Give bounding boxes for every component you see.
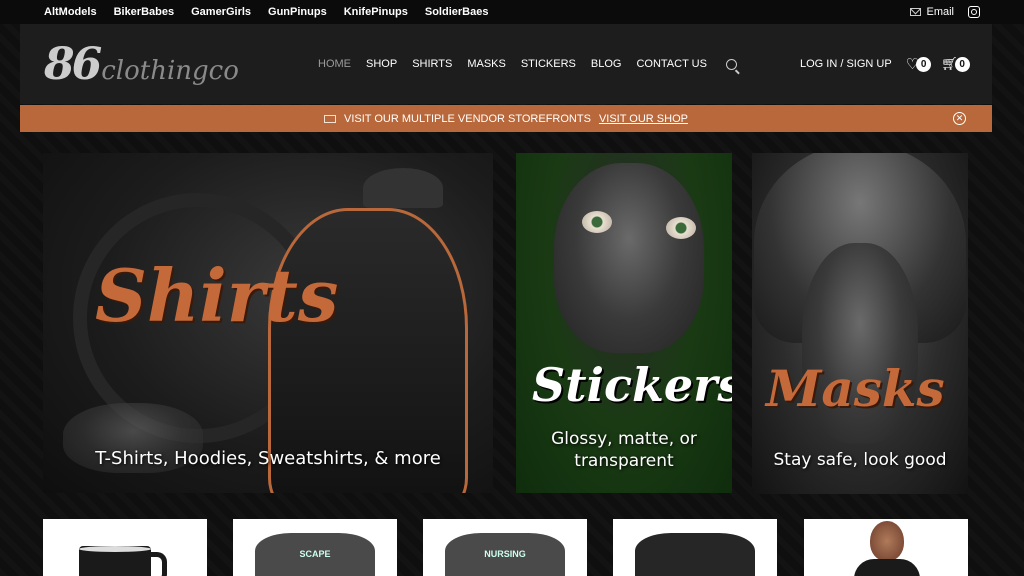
vendor-link-altmodels[interactable]: AltModels (44, 6, 97, 18)
instagram-icon[interactable] (968, 6, 980, 18)
ticket-icon (324, 114, 336, 123)
shirts-banner[interactable]: Shirts T-Shirts, Hoodies, Sweatshirts, &… (43, 153, 493, 493)
masks-banner[interactable]: Masks Stay safe, look good (752, 153, 968, 494)
nav-shop[interactable]: SHOP (366, 58, 397, 70)
promo-text: VISIT OUR MULTIPLE VENDOR STOREFRONTS (344, 112, 591, 125)
vendor-links: AltModels BikerBabes GamerGirls GunPinup… (44, 6, 488, 18)
stickers-subtitle-2: transparent (574, 451, 674, 471)
vendor-link-gamergirls[interactable]: GamerGirls (191, 6, 251, 18)
cart-button[interactable]: 🛒︎ 0 (941, 56, 970, 72)
email-label: Email (926, 6, 954, 18)
cart-count-badge: 0 (954, 56, 970, 72)
wishlist-count-badge: 0 (916, 56, 932, 72)
mug-image (79, 546, 167, 576)
topbar-right: Email (910, 6, 980, 18)
header-actions: LOG IN / SIGN UP ♡ 0 🛒︎ 0 (800, 56, 970, 72)
tee-image: NURSING (445, 533, 565, 576)
promo-shop-link[interactable]: VISIT OUR SHOP (599, 113, 688, 125)
mail-icon (910, 8, 922, 16)
vendor-link-bikerbabes[interactable]: BikerBabes (114, 6, 175, 18)
nav-blog[interactable]: BLOG (591, 58, 622, 70)
stickers-title: Stickers (532, 358, 732, 412)
nav-shirts[interactable]: SHIRTS (412, 58, 452, 70)
product-card-mug[interactable] (43, 519, 207, 576)
skull-graphic (554, 163, 704, 353)
hat-graphic (363, 168, 443, 208)
logo-text: clothingco (101, 55, 239, 86)
stickers-banner[interactable]: Stickers Glossy, matte, or transparent (516, 153, 732, 493)
tee-print: NURSING (484, 549, 526, 559)
shirts-title: Shirts (95, 253, 339, 338)
wishlist-button[interactable]: ♡ 0 (906, 56, 932, 72)
top-bar: AltModels BikerBabes GamerGirls GunPinup… (0, 0, 1024, 24)
email-link[interactable]: Email (910, 6, 954, 18)
product-card-tee[interactable]: SCAPE (233, 519, 397, 576)
login-signup-link[interactable]: LOG IN / SIGN UP (800, 58, 892, 70)
skull-eye-left (582, 211, 612, 233)
main-nav: HOME SHOP SHIRTS MASKS STICKERS BLOG CON… (318, 58, 737, 70)
product-card-tee[interactable]: NURSING (423, 519, 587, 576)
product-card-tee[interactable] (613, 519, 777, 576)
site-logo[interactable]: 86 clothingco (44, 39, 239, 90)
tee-image (635, 533, 755, 576)
search-icon[interactable] (725, 59, 737, 70)
tee-print: SCAPE (299, 549, 331, 559)
skull-eye-right (666, 217, 696, 239)
nav-home[interactable]: HOME (318, 58, 351, 70)
nav-stickers[interactable]: STICKERS (521, 58, 576, 70)
promo-bar: VISIT OUR MULTIPLE VENDOR STOREFRONTS VI… (20, 105, 992, 132)
vendor-link-soldierbaes[interactable]: SoldierBaes (425, 6, 489, 18)
tank-top-image (854, 559, 920, 576)
nav-contact-us[interactable]: CONTACT US (636, 58, 707, 70)
vendor-link-gunpinups[interactable]: GunPinups (268, 6, 327, 18)
tee-image: SCAPE (255, 533, 375, 576)
nav-masks[interactable]: MASKS (467, 58, 506, 70)
masks-title: Masks (766, 359, 945, 418)
model-head-image (870, 521, 904, 561)
masks-subtitle: Stay safe, look good (773, 450, 947, 470)
close-icon[interactable]: ✕ (953, 112, 966, 125)
shirts-subtitle: T-Shirts, Hoodies, Sweatshirts, & more (95, 448, 441, 469)
site-header: 86 clothingco HOME SHOP SHIRTS MASKS STI… (20, 24, 992, 104)
stickers-subtitle-1: Glossy, matte, or (551, 429, 697, 449)
logo-number: 86 (44, 38, 102, 90)
vendor-link-knifepinups[interactable]: KnifePinups (344, 6, 408, 18)
product-card-tank-top[interactable] (804, 519, 968, 576)
